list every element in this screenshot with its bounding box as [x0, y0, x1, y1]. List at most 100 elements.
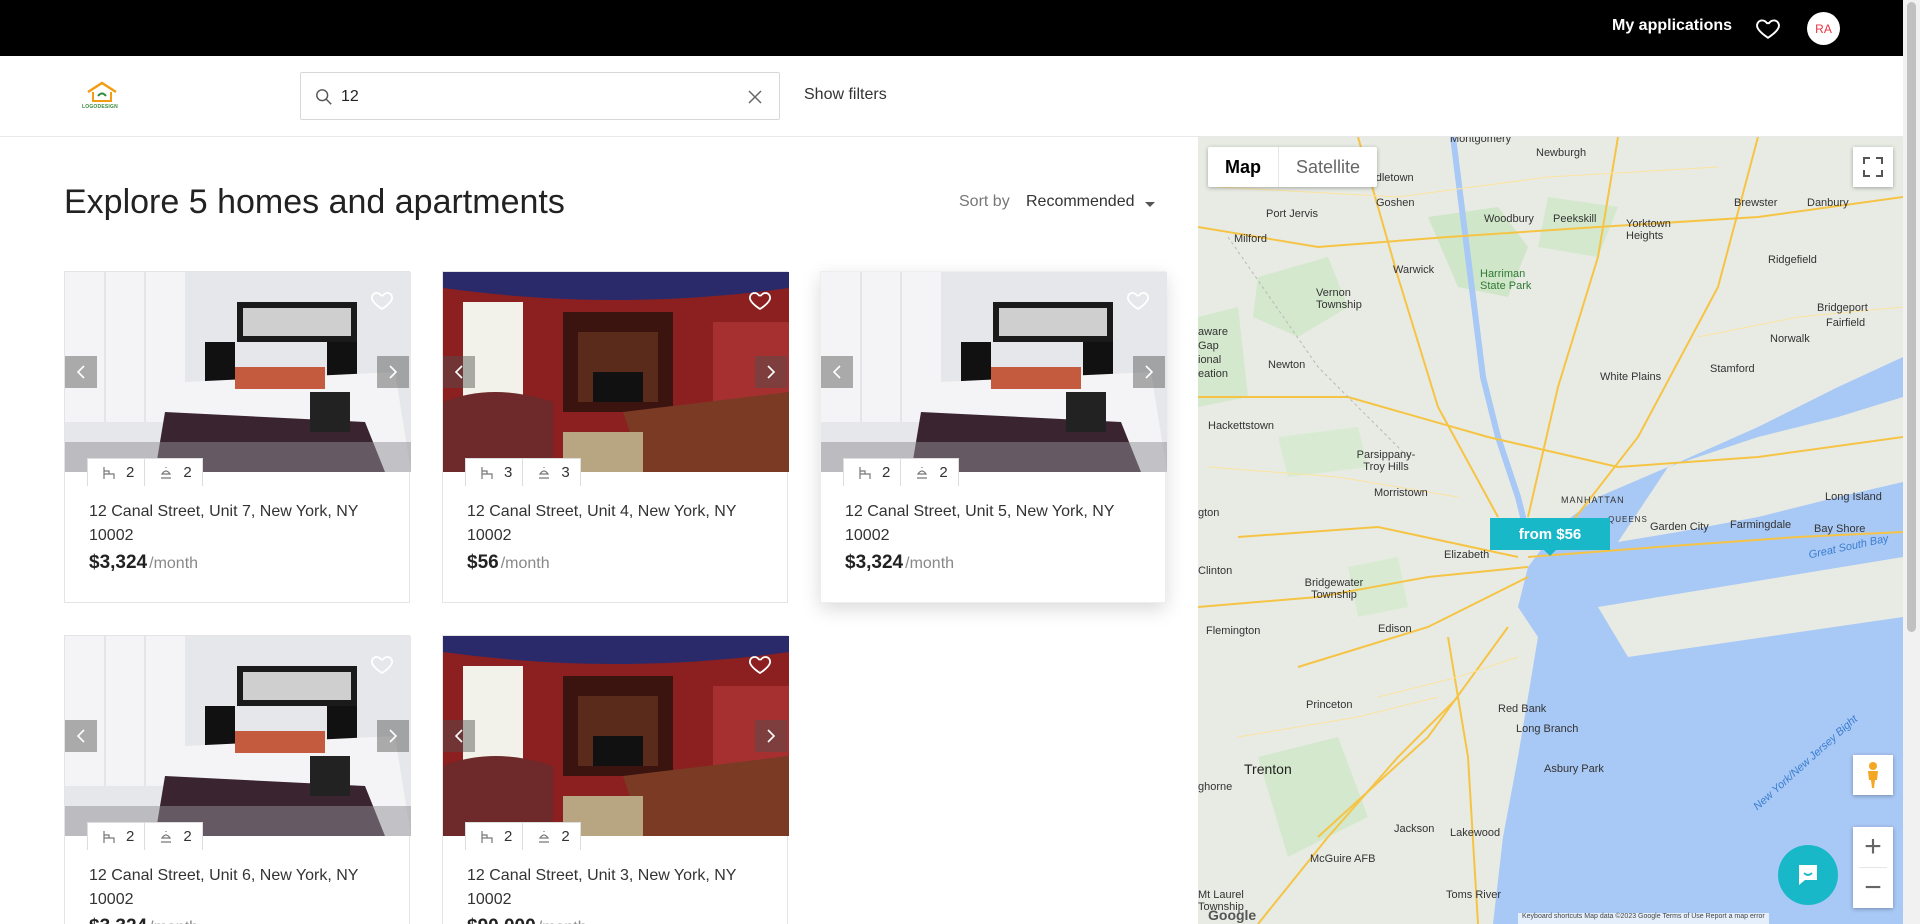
- map-label: Montgomery: [1450, 137, 1512, 145]
- listing-photo[interactable]: [443, 272, 789, 472]
- show-filters-button[interactable]: Show filters: [804, 86, 887, 104]
- heart-icon[interactable]: [369, 652, 395, 676]
- price-amount: $56: [467, 552, 499, 573]
- search-icon: [316, 89, 332, 105]
- clear-search-icon[interactable]: [747, 89, 763, 105]
- listing-photo[interactable]: [443, 636, 789, 836]
- map-label: Yorktown Heights: [1626, 218, 1671, 242]
- zoom-out-button[interactable]: −: [1853, 868, 1893, 908]
- map-label: gton: [1198, 507, 1220, 519]
- listing-photo[interactable]: [821, 272, 1167, 472]
- map-label: Peekskill: [1553, 213, 1597, 225]
- map-label: Milford: [1234, 233, 1268, 245]
- bed-icon: [859, 466, 871, 479]
- chevron-right-icon: [767, 729, 776, 743]
- satellite-view-button[interactable]: Satellite: [1278, 147, 1377, 187]
- previous-photo-button[interactable]: [443, 356, 475, 388]
- listing-address[interactable]: 12 Canal Street, Unit 7, New York, NY 10…: [89, 500, 379, 548]
- chevron-down-icon[interactable]: [1145, 202, 1155, 207]
- bathrooms-count: 2: [183, 828, 192, 845]
- scrollbar-thumb[interactable]: [1907, 2, 1916, 632]
- bed-icon: [481, 466, 493, 479]
- heart-icon[interactable]: [747, 652, 773, 676]
- listing-address[interactable]: 12 Canal Street, Unit 4, New York, NY 10…: [467, 500, 757, 548]
- street-view-button[interactable]: [1853, 755, 1893, 795]
- search-input[interactable]: [341, 85, 721, 109]
- map-label: Princeton: [1306, 699, 1353, 711]
- chat-button[interactable]: [1778, 845, 1838, 905]
- map-label: Vernon Township: [1316, 287, 1362, 311]
- next-photo-button[interactable]: [755, 720, 787, 752]
- room-badges: 22: [843, 458, 959, 486]
- next-photo-button[interactable]: [377, 720, 409, 752]
- listing-card[interactable]: 3 3 12 Canal Street, Unit 4, New York, NY …: [442, 271, 789, 603]
- map-label: MANHATTAN: [1561, 495, 1625, 505]
- map-view-button[interactable]: Map: [1208, 147, 1278, 187]
- price-period: /month: [149, 555, 199, 572]
- bedrooms-count: 2: [504, 828, 513, 845]
- bath-icon: [161, 466, 172, 479]
- bathrooms-count: 2: [939, 464, 948, 481]
- listing-card[interactable]: 2 2 12 Canal Street, Unit 7, New York, NY …: [64, 271, 411, 603]
- map-label: Woodbury: [1484, 213, 1534, 225]
- price-amount: $90,000: [467, 916, 536, 924]
- bathrooms-badge: 2: [145, 458, 203, 486]
- map-label: QUEENS: [1608, 515, 1648, 524]
- map-label: Trenton: [1244, 761, 1292, 777]
- listing-address[interactable]: 12 Canal Street, Unit 6, New York, NY 10…: [89, 864, 379, 912]
- search-header: LOGODESIGN Show filters: [0, 56, 1903, 137]
- next-photo-button[interactable]: [755, 356, 787, 388]
- next-photo-button[interactable]: [377, 356, 409, 388]
- logo[interactable]: LOGODESIGN: [80, 80, 124, 114]
- listing-address[interactable]: 12 Canal Street, Unit 5, New York, NY 10…: [845, 500, 1135, 548]
- map-attribution[interactable]: Keyboard shortcuts Map data ©2023 Google…: [1518, 913, 1769, 924]
- map-label: Fairfield: [1826, 317, 1866, 329]
- bedrooms-count: 2: [882, 464, 891, 481]
- fullscreen-button[interactable]: [1853, 147, 1893, 187]
- chevron-left-icon: [454, 365, 463, 379]
- bedroom-photo: [65, 636, 411, 836]
- user-avatar[interactable]: RA: [1807, 12, 1840, 45]
- listing-card[interactable]: 2 2 12 Canal Street, Unit 3, New York, NY …: [442, 635, 789, 924]
- map-label: McGuire AFB: [1310, 853, 1376, 865]
- next-photo-button[interactable]: [1133, 356, 1165, 388]
- heart-icon[interactable]: [1125, 288, 1151, 312]
- map-label: Elizabeth: [1444, 549, 1490, 561]
- listing-photo[interactable]: [65, 272, 411, 472]
- previous-photo-button[interactable]: [821, 356, 853, 388]
- map-label: Newburgh: [1536, 147, 1587, 159]
- page-scrollbar[interactable]: [1903, 0, 1920, 924]
- map-label: aware Gap ional eation: [1198, 326, 1228, 380]
- sort-dropdown[interactable]: Recommended: [1026, 193, 1135, 211]
- bedrooms-badge: 2: [87, 458, 146, 486]
- bedrooms-count: 2: [126, 828, 135, 845]
- bath-icon: [539, 466, 550, 479]
- map-label: Newton: [1268, 359, 1306, 371]
- zoom-in-button[interactable]: +: [1853, 827, 1893, 867]
- heart-icon[interactable]: [369, 288, 395, 312]
- listing-photo[interactable]: [65, 636, 411, 836]
- previous-photo-button[interactable]: [443, 720, 475, 752]
- map-label: Jackson: [1394, 823, 1435, 835]
- listing-card[interactable]: 2 2 12 Canal Street, Unit 6, New York, NY …: [64, 635, 411, 924]
- bedroom-photo: [65, 272, 411, 472]
- listing-card[interactable]: 2 2 12 Canal Street, Unit 5, New York, NY …: [820, 271, 1167, 603]
- room-badges: 22: [87, 458, 203, 486]
- map-label: Lakewood: [1450, 827, 1501, 839]
- map-label: Morristown: [1374, 487, 1428, 499]
- chevron-left-icon: [832, 365, 841, 379]
- map-label: ghorne: [1198, 781, 1233, 793]
- map-label: Norwalk: [1770, 333, 1810, 345]
- listing-address[interactable]: 12 Canal Street, Unit 3, New York, NY 10…: [467, 864, 757, 912]
- chevron-right-icon: [389, 729, 398, 743]
- previous-photo-button[interactable]: [65, 356, 97, 388]
- house-logo-icon: [87, 81, 117, 102]
- my-applications-link[interactable]: My applications: [1612, 17, 1732, 35]
- room-badges: 33: [465, 458, 581, 486]
- favorites-heart-icon[interactable]: [1755, 15, 1781, 41]
- map-price-marker[interactable]: from $56: [1490, 518, 1610, 556]
- map-panel[interactable]: Montgomery Newburgh Middletown Goshen Br…: [1198, 137, 1903, 924]
- map-label: Danbury: [1807, 197, 1849, 209]
- heart-icon[interactable]: [747, 288, 773, 312]
- previous-photo-button[interactable]: [65, 720, 97, 752]
